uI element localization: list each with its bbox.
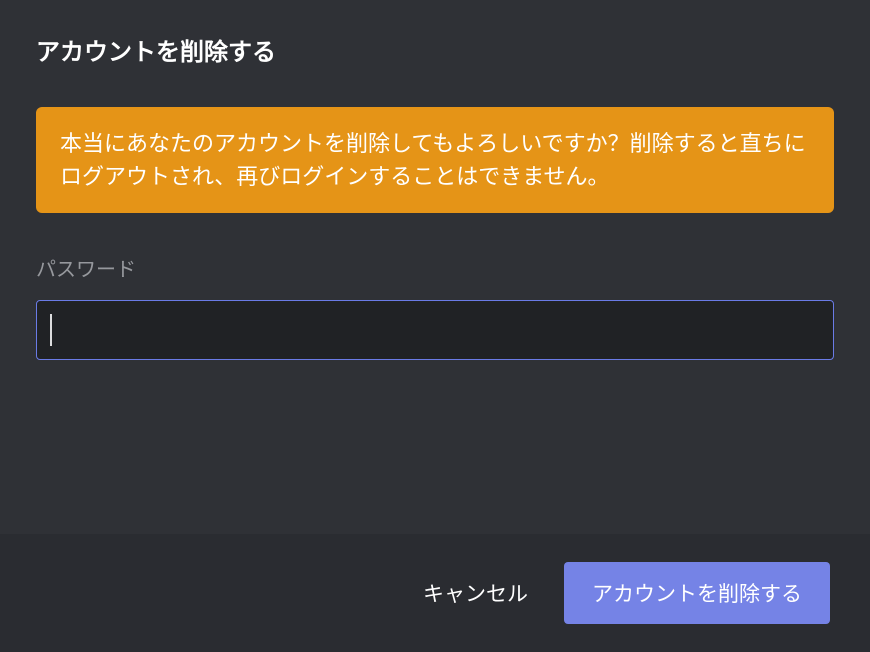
text-cursor-icon (50, 314, 52, 346)
modal-footer: キャンセル アカウントを削除する (0, 534, 870, 652)
delete-account-button[interactable]: アカウントを削除する (564, 562, 830, 624)
password-label: パスワード (36, 253, 834, 282)
warning-message: 本当にあなたのアカウントを削除してもよろしいですか？削除すると直ちにログアウトさ… (60, 127, 810, 193)
password-input-wrapper (36, 300, 834, 360)
cancel-button[interactable]: キャンセル (415, 566, 536, 620)
modal-content: アカウントを削除する 本当にあなたのアカウントを削除してもよろしいですか？削除す… (0, 0, 870, 360)
modal-title: アカウントを削除する (36, 32, 834, 67)
warning-box: 本当にあなたのアカウントを削除してもよろしいですか？削除すると直ちにログアウトさ… (36, 107, 834, 213)
password-input[interactable] (36, 300, 834, 360)
